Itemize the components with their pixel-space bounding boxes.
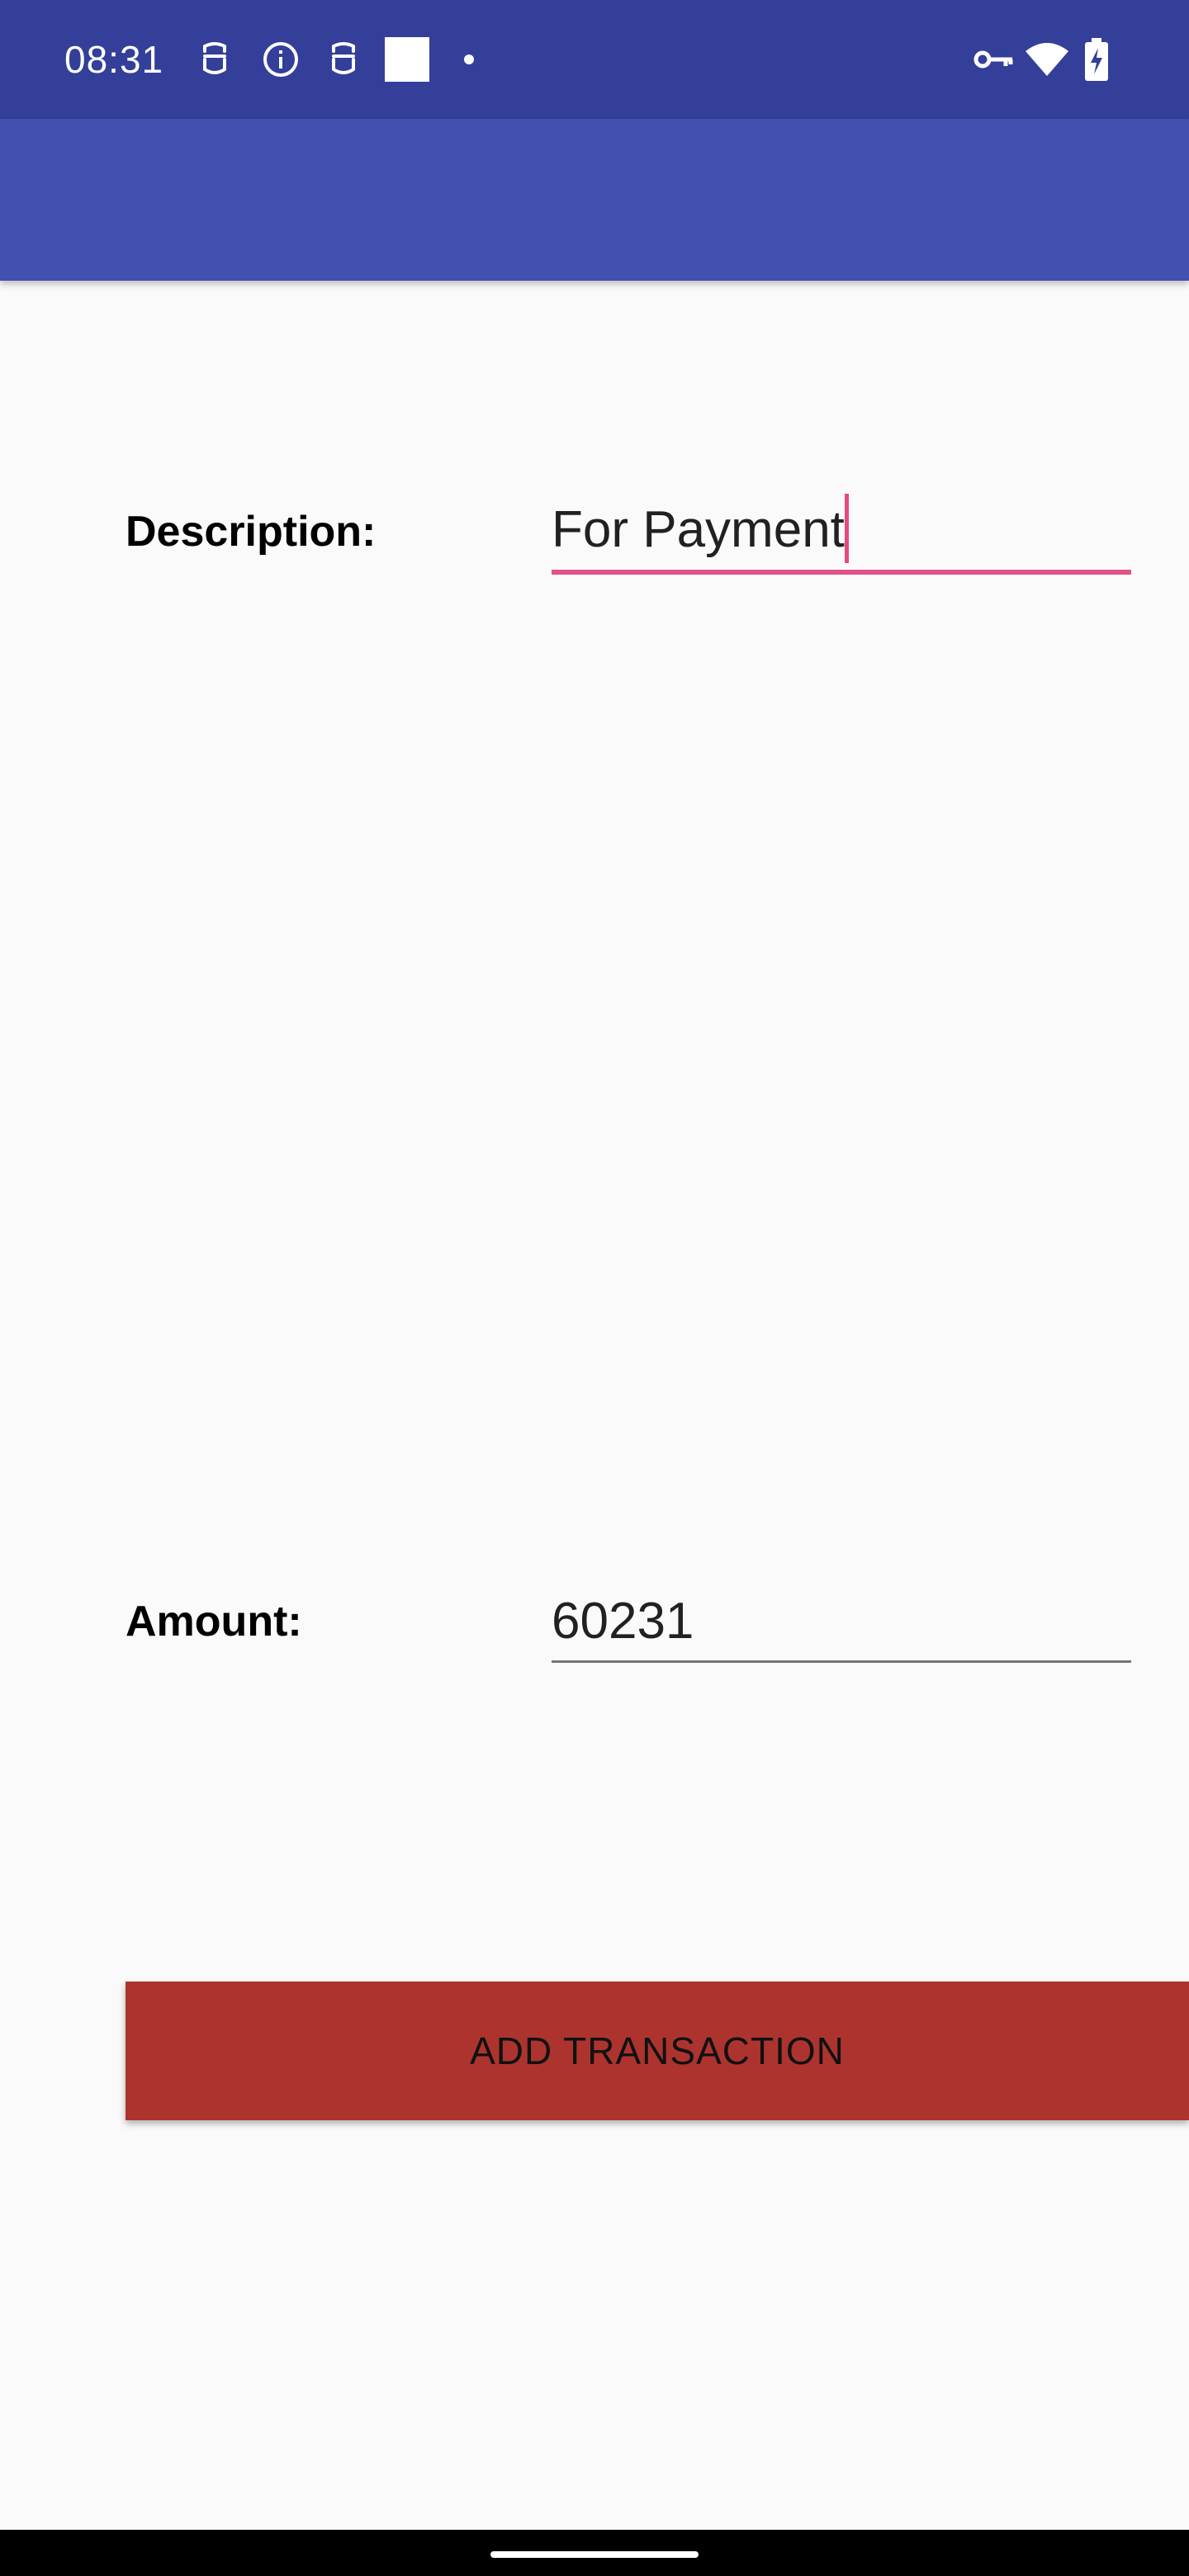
- navigation-bar: [0, 2530, 1189, 2576]
- amount-label: Amount:: [126, 1598, 302, 1646]
- status-bar: 08:31: [0, 0, 1189, 119]
- description-value: For Payment: [552, 501, 845, 558]
- description-input[interactable]: For Payment: [552, 494, 1131, 570]
- description-underline: [552, 570, 1131, 575]
- description-label: Description:: [126, 508, 377, 556]
- dot-icon: [464, 54, 474, 64]
- amount-value: 60231: [552, 1593, 694, 1650]
- info-icon: [263, 42, 298, 77]
- notification-app-icon: [332, 42, 355, 74]
- home-gesture-handle[interactable]: [490, 2551, 699, 2558]
- amount-input[interactable]: 60231: [552, 1587, 1131, 1661]
- wifi-icon: [1026, 43, 1068, 76]
- square-notification-icon: [385, 37, 429, 82]
- app-bar: [0, 119, 1189, 281]
- battery-charging-icon: [1085, 38, 1108, 81]
- vpn-key-icon: [973, 50, 1013, 69]
- status-time: 08:31: [64, 38, 164, 81]
- notification-app-icon: [203, 42, 226, 74]
- add-transaction-button[interactable]: ADD TRANSACTION: [126, 1982, 1189, 2120]
- amount-underline: [552, 1660, 1131, 1663]
- text-cursor: [844, 494, 849, 563]
